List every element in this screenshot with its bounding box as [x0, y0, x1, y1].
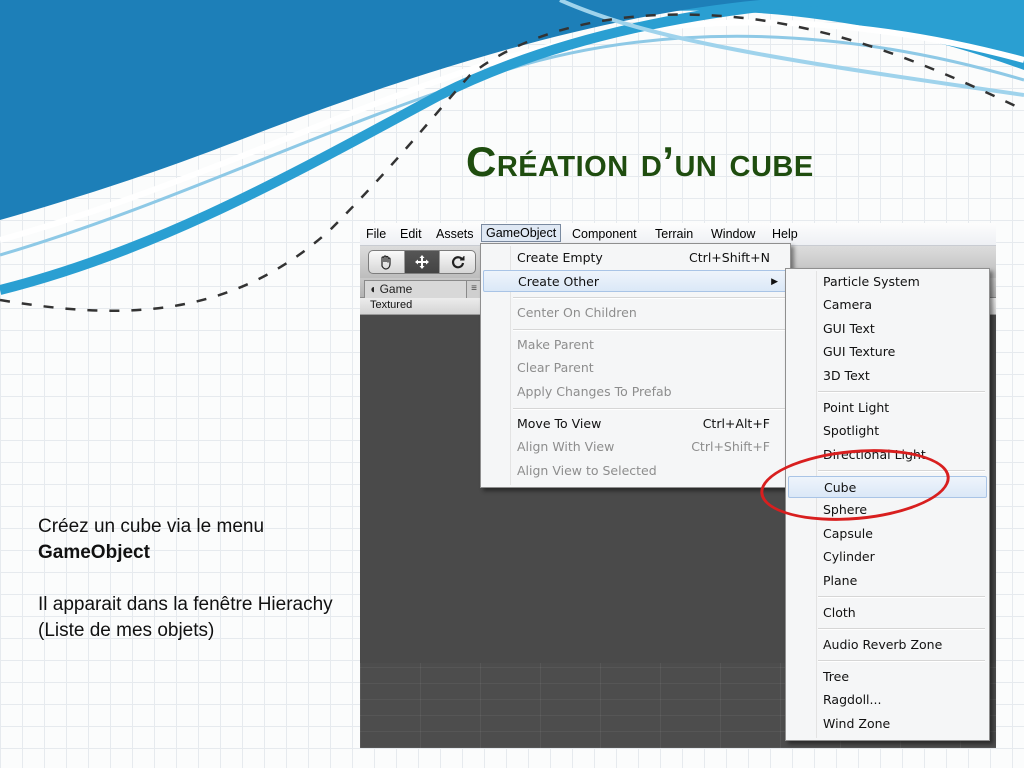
menu-item-create-empty[interactable]: Create Empty Ctrl+Shift+N [483, 247, 788, 269]
rotate-icon[interactable] [440, 251, 475, 273]
menu-separator [818, 596, 985, 598]
slide-body-text: Créez un cube via le menu GameObject Il … [38, 514, 338, 670]
move-icon[interactable] [404, 251, 441, 273]
menu-separator [513, 329, 786, 331]
menu-gameobject[interactable]: GameObject [481, 224, 562, 242]
tab-game[interactable]: ◖ Game [364, 280, 470, 298]
hand-icon[interactable] [369, 251, 405, 273]
instruction-bold: GameObject [38, 542, 150, 563]
submenu-item-cylinder[interactable]: Cylinder [788, 546, 987, 568]
submenu-item-gui-texture[interactable]: GUI Texture [788, 341, 987, 363]
menu-separator [818, 660, 985, 662]
submenu-item-wind-zone[interactable]: Wind Zone [788, 713, 987, 735]
submenu-item-particle-system[interactable]: Particle System [788, 271, 987, 293]
menu-item-move-to-view[interactable]: Move To View Ctrl+Alt+F [483, 413, 788, 435]
slide-title: Création d’un cube [466, 138, 814, 185]
submenu-item-capsule[interactable]: Capsule [788, 523, 987, 545]
submenu-item-point-light[interactable]: Point Light [788, 397, 987, 419]
menu-window[interactable]: Window [707, 226, 759, 242]
submenu-item-plane[interactable]: Plane [788, 570, 987, 592]
menu-item-create-other[interactable]: Create Other ▶ [483, 270, 788, 292]
menu-edit[interactable]: Edit [396, 226, 426, 242]
submenu-arrow-icon: ▶ [771, 277, 778, 287]
hierarchy-note: Il apparait dans la fenêtre Hierachy (Li… [38, 594, 333, 641]
shortcut-move-to-view: Ctrl+Alt+F [702, 416, 770, 431]
menu-separator [513, 297, 786, 299]
submenu-item-tree[interactable]: Tree [788, 666, 987, 688]
shortcut-create-empty: Ctrl+Shift+N [689, 250, 770, 265]
menu-item-clear-parent[interactable]: Clear Parent [483, 357, 788, 379]
menu-item-apply-changes-to-prefab[interactable]: Apply Changes To Prefab [483, 381, 788, 403]
menu-component[interactable]: Component [568, 226, 641, 242]
submenu-item-ragdoll[interactable]: Ragdoll... [788, 689, 987, 711]
menu-assets[interactable]: Assets [432, 226, 478, 242]
menu-separator [818, 391, 985, 393]
menu-terrain[interactable]: Terrain [651, 226, 697, 242]
instruction-text: Créez un cube via le menu GameObject [38, 514, 338, 566]
menu-item-make-parent[interactable]: Make Parent [483, 334, 788, 356]
submenu-item-spotlight[interactable]: Spotlight [788, 420, 987, 442]
submenu-item-audio-reverb-zone[interactable]: Audio Reverb Zone [788, 634, 987, 656]
game-tab-icon: ◖ [369, 282, 380, 296]
menu-help[interactable]: Help [768, 226, 802, 242]
submenu-item-3d-text[interactable]: 3D Text [788, 365, 987, 387]
shortcut-align-with-view: Ctrl+Shift+F [691, 439, 770, 454]
submenu-item-gui-text[interactable]: GUI Text [788, 318, 987, 340]
menu-item-align-with-view[interactable]: Align With View Ctrl+Shift+F [483, 436, 788, 458]
submenu-item-camera[interactable]: Camera [788, 294, 987, 316]
menu-separator [513, 408, 786, 410]
textured-dropdown[interactable]: Textured [370, 299, 412, 311]
transform-tools [368, 250, 476, 274]
menu-item-align-view-to-selected[interactable]: Align View to Selected [483, 460, 788, 482]
gameobject-menu: Create Empty Ctrl+Shift+N Create Other ▶… [480, 243, 791, 488]
menu-file[interactable]: File [362, 226, 390, 242]
submenu-item-cloth[interactable]: Cloth [788, 602, 987, 624]
menu-separator [818, 628, 985, 630]
menu-item-center-on-children[interactable]: Center On Children [483, 302, 788, 324]
